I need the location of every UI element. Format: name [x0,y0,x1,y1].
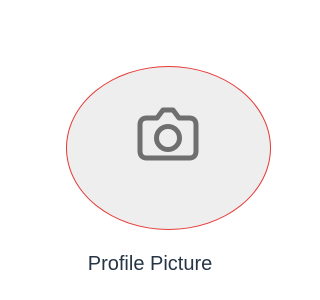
profile-picture-label: Profile Picture [87,253,213,275]
profile-picture-upload-button[interactable] [66,66,276,234]
profile-picture-upload: Profile Picture [0,0,300,300]
camera-icon [137,107,199,161]
